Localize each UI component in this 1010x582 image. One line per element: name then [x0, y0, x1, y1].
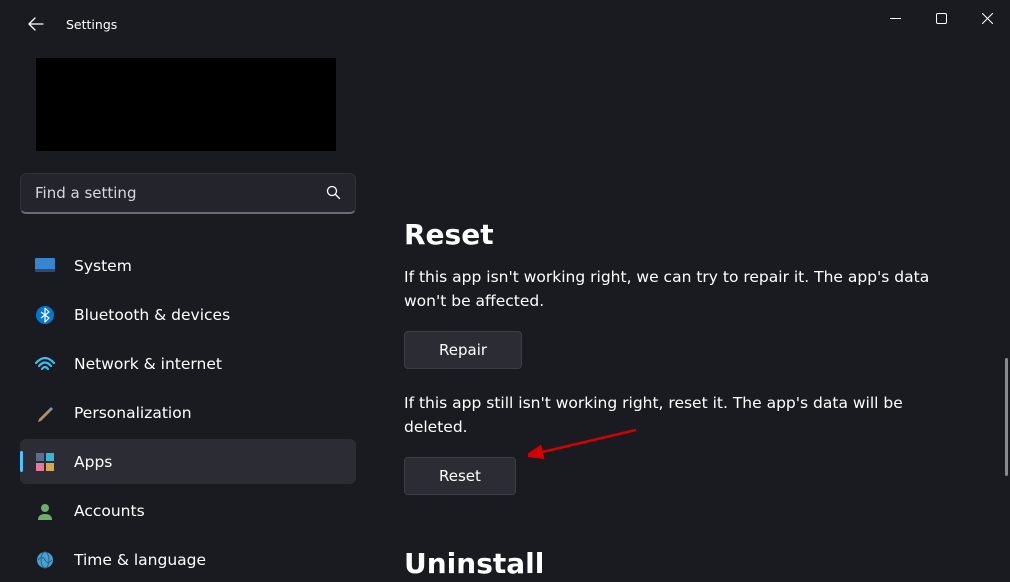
time-icon	[34, 549, 56, 571]
user-block	[36, 58, 336, 151]
close-icon	[982, 13, 993, 24]
reset-section-title: Reset	[404, 218, 1000, 251]
sidebar-item-label: Time & language	[74, 551, 206, 569]
sidebar: System Bluetooth & devices Network & int…	[0, 48, 366, 582]
arrow-left-icon	[28, 16, 44, 32]
minimize-button[interactable]	[872, 0, 918, 36]
sidebar-item-bluetooth[interactable]: Bluetooth & devices	[20, 293, 356, 338]
repair-description: If this app isn't working right, we can …	[404, 265, 964, 313]
back-button[interactable]	[20, 8, 52, 40]
search-icon	[326, 185, 341, 200]
reset-description: If this app still isn't working right, r…	[404, 391, 964, 439]
accounts-icon	[34, 500, 56, 522]
scrollbar-thumb[interactable]	[1005, 358, 1008, 476]
sidebar-item-time[interactable]: Time & language	[20, 537, 356, 582]
sidebar-item-apps[interactable]: Apps	[20, 439, 356, 484]
sidebar-item-label: Accounts	[74, 502, 145, 520]
sidebar-item-network[interactable]: Network & internet	[20, 342, 356, 387]
sidebar-item-label: Network & internet	[74, 355, 222, 373]
content-area: Reset If this app isn't working right, w…	[366, 48, 1010, 582]
system-icon	[34, 255, 56, 277]
nav-list: System Bluetooth & devices Network & int…	[20, 244, 356, 582]
window-controls	[872, 0, 1010, 36]
title-bar: Settings	[0, 0, 1010, 48]
minimize-icon	[890, 13, 901, 24]
sidebar-item-personalization[interactable]: Personalization	[20, 391, 356, 436]
reset-button[interactable]: Reset	[404, 457, 516, 495]
sidebar-item-label: Personalization	[74, 404, 192, 422]
bluetooth-icon	[34, 304, 56, 326]
maximize-button[interactable]	[918, 0, 964, 36]
search-box[interactable]	[20, 173, 356, 214]
sidebar-item-label: Apps	[74, 453, 112, 471]
sidebar-item-label: Bluetooth & devices	[74, 306, 230, 324]
personalization-icon	[34, 402, 56, 424]
uninstall-section-title: Uninstall	[404, 547, 1000, 580]
sidebar-item-accounts[interactable]: Accounts	[20, 488, 356, 533]
close-button[interactable]	[964, 0, 1010, 36]
network-icon	[34, 353, 56, 375]
sidebar-item-label: System	[74, 257, 132, 275]
maximize-icon	[936, 13, 947, 24]
apps-icon	[34, 451, 56, 473]
sidebar-item-system[interactable]: System	[20, 244, 356, 289]
repair-button[interactable]: Repair	[404, 331, 522, 369]
search-input[interactable]	[35, 184, 326, 202]
app-title: Settings	[66, 17, 117, 32]
